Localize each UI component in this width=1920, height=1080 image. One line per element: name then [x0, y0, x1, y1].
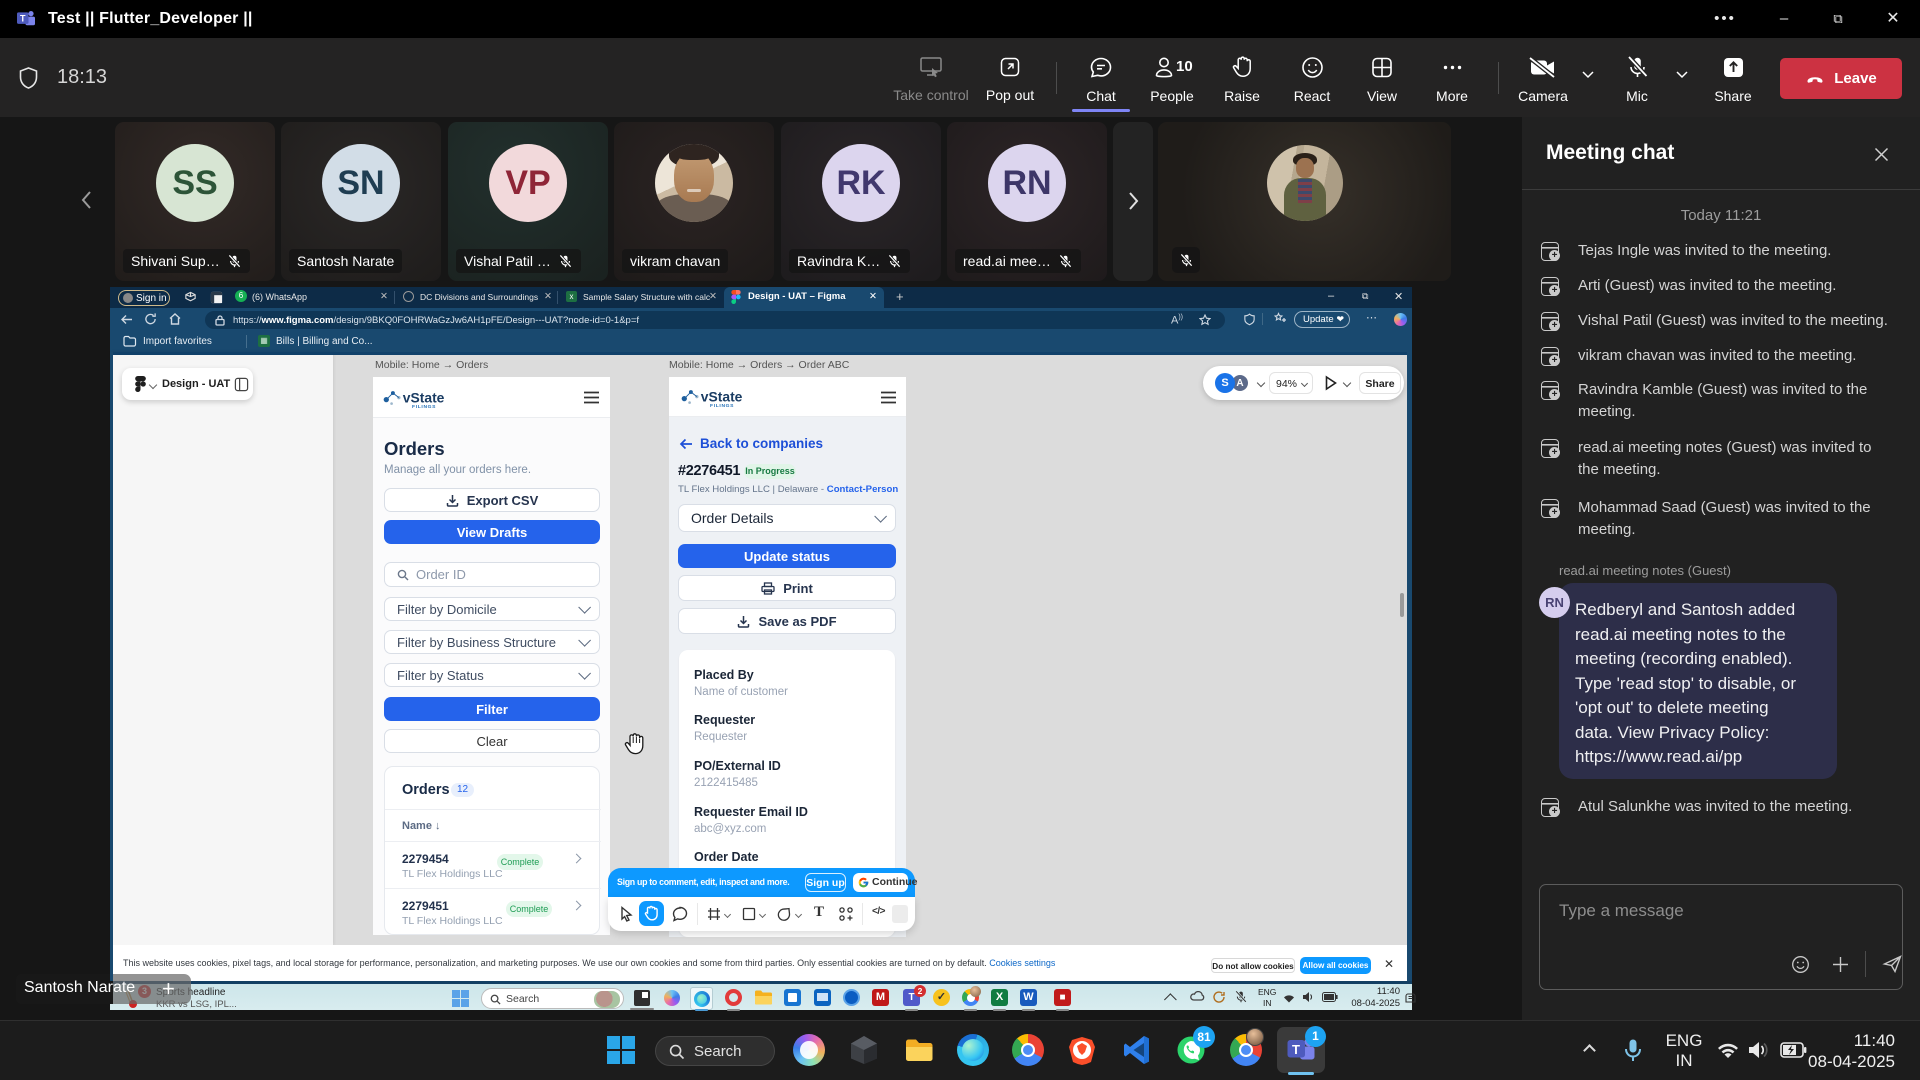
svg-text:10: 10 [1176, 58, 1193, 75]
svg-text:FILINGS: FILINGS [412, 404, 436, 409]
svg-text:vState: vState [701, 388, 743, 404]
svg-text:vState: vState [403, 389, 445, 405]
svg-text:FILINGS: FILINGS [710, 403, 734, 408]
svg-text:T: T [1292, 1042, 1300, 1057]
svg-text:T: T [20, 14, 26, 24]
